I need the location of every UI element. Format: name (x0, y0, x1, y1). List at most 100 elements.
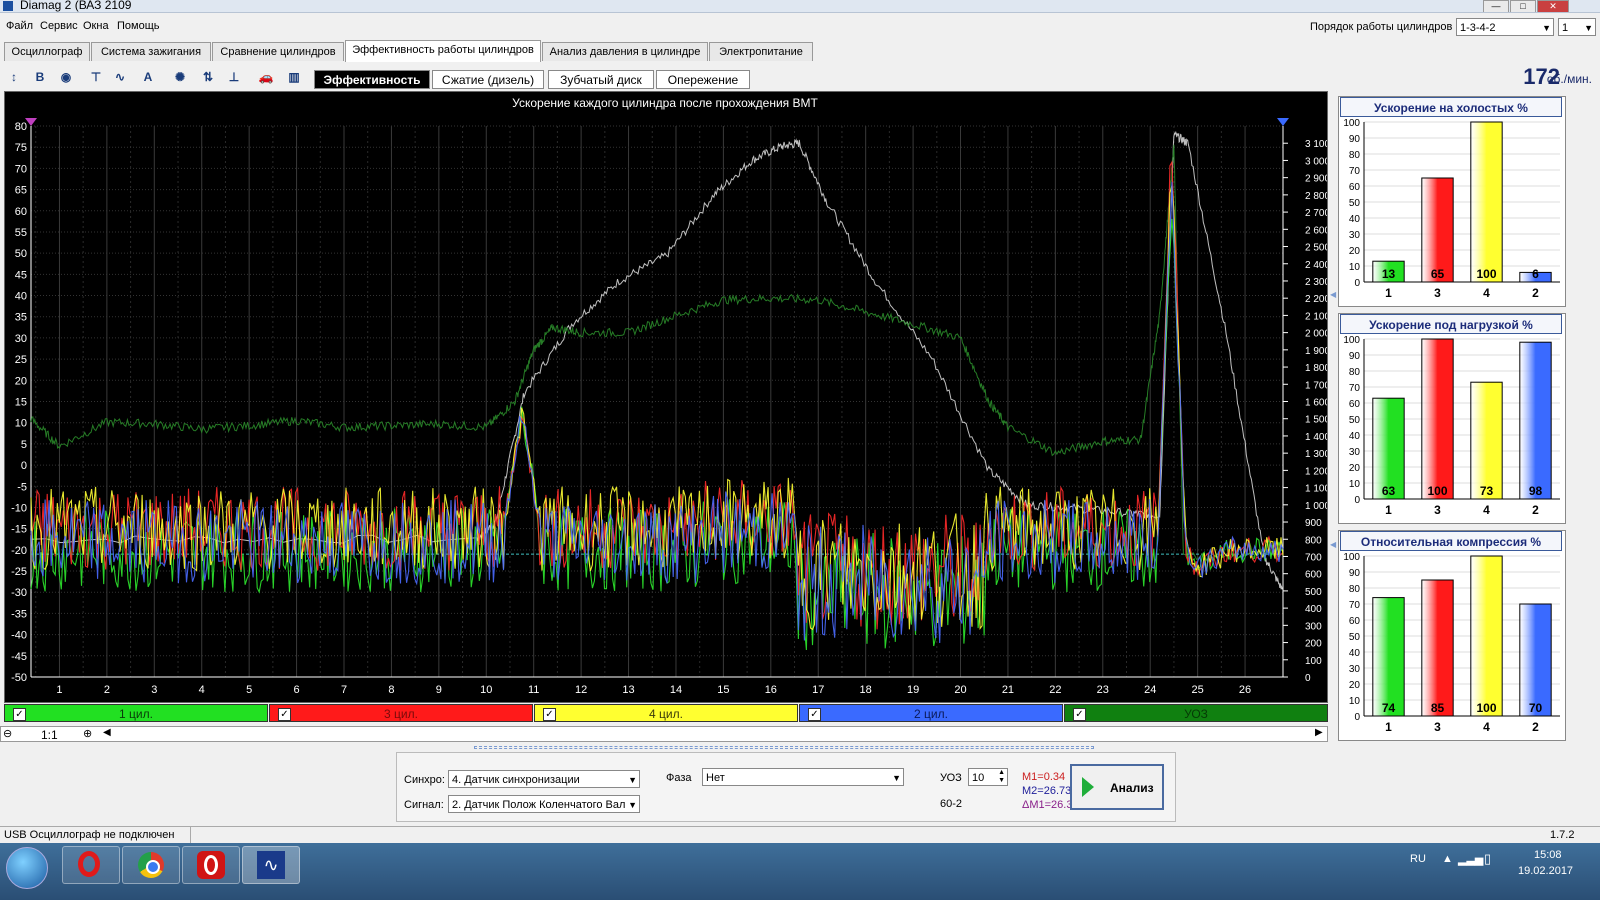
signal-icon[interactable]: ▂▃▅ (1458, 853, 1483, 866)
legend-label: УОЗ (1184, 707, 1208, 721)
uoz-stepper[interactable]: 10 ▲ ▼ (968, 768, 1008, 786)
phase-value: Нет (706, 772, 725, 784)
y-right-tick-label: 1 100 (1305, 484, 1327, 495)
tab-oscilloscope[interactable]: Осциллограф (4, 42, 90, 61)
y-left-tick-label: 40 (15, 291, 27, 303)
subtab-efficiency[interactable]: Эффективность (314, 70, 430, 89)
bar-y-tick-label: 10 (1349, 262, 1361, 273)
filter-icon[interactable]: ⊥ (224, 67, 244, 87)
start-icon[interactable] (6, 847, 48, 889)
opera-icon[interactable] (62, 846, 120, 884)
scroll-right-icon[interactable]: ▶ (1315, 727, 1323, 738)
phase-select[interactable]: Нет ▼ (702, 768, 904, 786)
bar (1519, 603, 1552, 717)
splitter-handle[interactable] (474, 746, 1094, 749)
legend-item[interactable]: ✓ 4 цил. (534, 704, 798, 722)
clock-time[interactable]: 15:08 (1534, 849, 1562, 861)
bar-y-tick-label: 90 (1349, 351, 1361, 362)
battery-icon[interactable]: ▯ (1484, 851, 1491, 867)
chevron-down-icon: ▼ (1584, 23, 1593, 33)
legend-checkbox[interactable]: ✓ (278, 708, 291, 721)
sequence-icon[interactable]: ⇅ (198, 67, 218, 87)
subtab-toothed-disk[interactable]: Зубчатый диск (548, 70, 654, 89)
x-tick-label: 17 (812, 684, 824, 696)
legend-checkbox[interactable]: ✓ (543, 708, 556, 721)
x-tick-label: 12 (575, 684, 587, 696)
menu-help[interactable]: Помощь (117, 20, 160, 32)
collapse-left-icon[interactable]: ◀ (1330, 540, 1336, 549)
legend-item[interactable]: ✓ 2 цил. (799, 704, 1063, 722)
language-indicator[interactable]: RU (1410, 853, 1426, 865)
x-tick-label: 15 (717, 684, 729, 696)
tab-ignition[interactable]: Система зажигания (91, 42, 211, 61)
sync-label: Синхро: (404, 774, 445, 786)
zoom-in-icon[interactable]: ⊕ (83, 727, 92, 740)
analyze-button[interactable]: Анализ (1070, 764, 1164, 810)
y-right-tick-label: 2 300 (1305, 277, 1327, 288)
collapse-left-icon[interactable]: ◀ (1330, 290, 1336, 299)
tab-power[interactable]: Электропитание (709, 42, 813, 61)
opera-red-icon[interactable] (182, 846, 240, 884)
bar-panel-title: Ускорение на холостых % (1340, 97, 1562, 117)
bar-category-label: 3 (1434, 720, 1441, 734)
trim-icon[interactable]: ⊤ (86, 67, 106, 87)
bar-value-label: 63 (1382, 484, 1396, 498)
minimize-button[interactable]: — (1483, 0, 1509, 12)
legend-checkbox[interactable]: ✓ (13, 708, 26, 721)
signal-select[interactable]: 2. Датчик Полож Коленчатого Вал ▼ (448, 795, 640, 813)
bar-y-tick-label: 30 (1349, 447, 1361, 458)
y-right-tick-label: 900 (1305, 518, 1322, 529)
menu-file[interactable]: Файл (6, 20, 33, 32)
tab-pressure[interactable]: Анализ давления в цилиндре (542, 42, 708, 61)
subtab-advance[interactable]: Опережение (656, 70, 750, 89)
car-icon[interactable]: 🚗 (256, 67, 276, 87)
x-tick-label: 1 (56, 684, 62, 696)
maximize-button[interactable]: □ (1510, 0, 1536, 12)
cylinder-order-select[interactable]: 1-3-4-2 ▼ (1456, 18, 1554, 36)
diamag-icon[interactable]: ∿ (242, 846, 300, 884)
y-left-tick-label: 45 (15, 269, 27, 281)
y-right-tick-label: 2 400 (1305, 260, 1327, 271)
teeth-label: 60-2 (940, 798, 963, 810)
bar (1519, 341, 1552, 500)
bold-b-icon[interactable]: B (30, 67, 50, 87)
legend-checkbox[interactable]: ✓ (1073, 708, 1086, 721)
bar-y-tick-label: 20 (1349, 680, 1361, 691)
clock-date[interactable]: 19.02.2017 (1518, 865, 1573, 877)
chrome-icon[interactable] (122, 846, 180, 884)
bind-zero-icon[interactable]: ↕ (4, 67, 24, 87)
bar-category-label: 4 (1483, 720, 1490, 734)
sync-select[interactable]: 4. Датчик синхронизации ▼ (448, 770, 640, 788)
bar-panel-title: Ускорение под нагрузкой % (1340, 314, 1562, 334)
waveform-icon[interactable]: ∿ (110, 67, 130, 87)
y-left-tick-label: -20 (11, 545, 27, 557)
cylinder-index-select[interactable]: 1 ▼ (1558, 18, 1596, 36)
legend-item[interactable]: ✓ 3 цил. (269, 704, 533, 722)
rpm-icon[interactable]: ◉ (56, 67, 76, 87)
acceleration-chart[interactable]: Ускорение каждого цилиндра после прохожд… (4, 91, 1328, 703)
zoom-out-icon[interactable]: ⊖ (3, 727, 12, 740)
y-left-tick-label: 70 (15, 163, 27, 175)
subtab-compression-diesel[interactable]: Сжатие (дизель) (432, 70, 544, 89)
bar-y-tick-label: 50 (1349, 198, 1361, 209)
menu-windows[interactable]: Окна (83, 20, 109, 32)
legend-label: 2 цил. (914, 707, 948, 721)
tray-arrow-icon[interactable]: ▲ (1442, 853, 1453, 865)
close-button[interactable]: ✕ (1537, 0, 1569, 12)
scroll-left-icon[interactable]: ◀ (103, 727, 111, 738)
alg-icon[interactable]: A (138, 67, 158, 87)
menu-service[interactable]: Сервис (40, 20, 78, 32)
legend-item[interactable]: ✓ 1 цил. (4, 704, 268, 722)
tab-efficiency[interactable]: Эффективность работы цилиндров (345, 40, 541, 62)
sensor-icon[interactable]: ✺ (170, 67, 190, 87)
y-left-tick-label: 60 (15, 206, 27, 218)
stepper-arrows-icon[interactable]: ▲ ▼ (998, 769, 1005, 785)
y-right-tick-label: 700 (1305, 552, 1322, 563)
legend-checkbox[interactable]: ✓ (808, 708, 821, 721)
tab-cylinder-compare[interactable]: Сравнение цилиндров (212, 42, 344, 61)
y-left-tick-label: 75 (15, 142, 27, 154)
chevron-down-icon: ▼ (892, 773, 901, 783)
horizontal-scrollbar[interactable]: ⊖ 1:1 ⊕ ◀ ▶ (0, 726, 1328, 742)
legend-item[interactable]: ✓ УОЗ (1064, 704, 1328, 722)
multimeter-icon[interactable]: ▥ (284, 67, 304, 87)
